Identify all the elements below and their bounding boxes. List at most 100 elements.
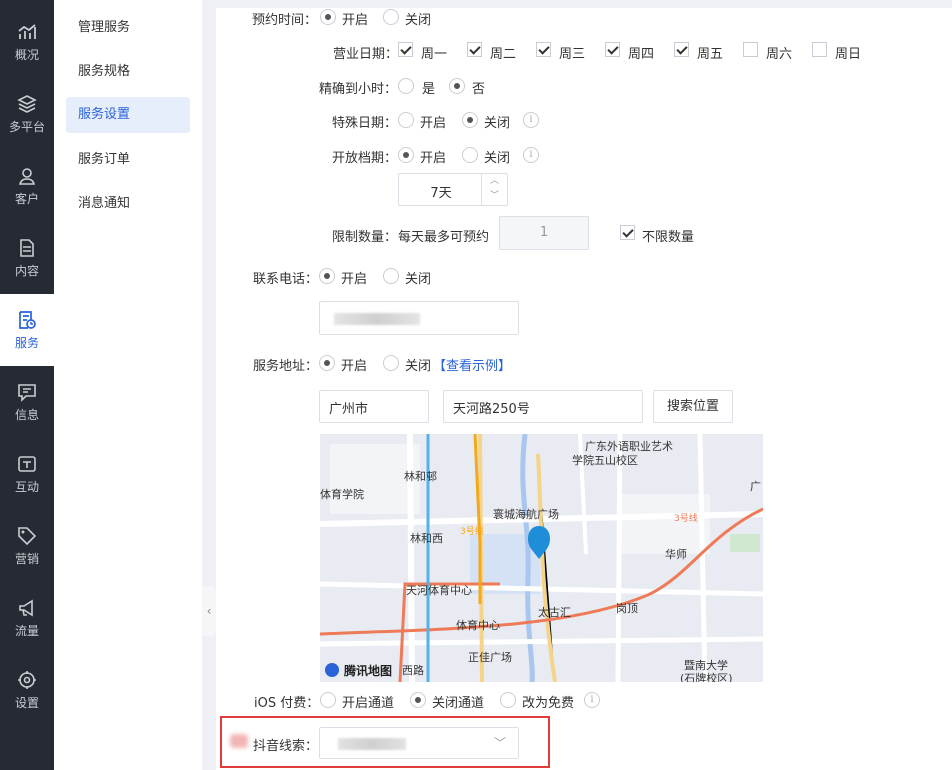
nav-item-multiplatform[interactable]: 多平台 xyxy=(0,78,54,150)
nav-item-interaction[interactable]: 互动 xyxy=(0,438,54,510)
map-label: 体育中心 xyxy=(456,618,500,632)
open-period-on-radio[interactable] xyxy=(398,147,414,163)
booking-time-off-radio[interactable] xyxy=(383,9,399,25)
day-sat-checkbox[interactable] xyxy=(743,42,758,57)
booking-time-on-radio[interactable] xyxy=(320,9,336,25)
stepper-down-icon[interactable]: ﹀ xyxy=(482,189,507,204)
limit-label: 限制数量： xyxy=(332,230,398,245)
nav-label: 信息 xyxy=(14,407,39,422)
submenu-service-spec[interactable]: 服务规格 xyxy=(66,54,190,90)
open-period-off-label: 关闭 xyxy=(484,151,511,166)
open-period-label: 开放档期： xyxy=(332,151,398,166)
submenu-manage-service[interactable]: 管理服务 xyxy=(66,10,190,46)
nav-item-settings[interactable]: 设置 xyxy=(0,654,54,726)
search-location-button[interactable]: 搜索位置 xyxy=(653,390,733,423)
limit-input[interactable]: 1 xyxy=(499,216,589,250)
nav-label: 设置 xyxy=(14,695,39,710)
nav-item-overview[interactable]: 概况 xyxy=(0,6,54,78)
main-nav: 概况 多平台 客户 内容 服务 信息 互动 营销 流量 设置 xyxy=(0,0,54,770)
phone-label: 联系电话： xyxy=(253,272,319,287)
nav-item-service[interactable]: 服务 xyxy=(0,294,54,366)
map-brand: 腾讯地图 xyxy=(343,663,392,678)
street-input[interactable]: 天河路250号 xyxy=(443,390,643,423)
address-on-radio[interactable] xyxy=(319,355,335,371)
precise-hour-label: 精确到小时： xyxy=(319,82,398,97)
blurred-phone xyxy=(334,313,420,325)
special-date-off-radio[interactable] xyxy=(462,112,478,128)
metro-badge: 3号线 xyxy=(460,525,484,537)
stepper-arrows[interactable]: ︿ ﹀ xyxy=(481,174,507,205)
map-label: 正佳广场 xyxy=(468,650,512,664)
special-date-on-radio[interactable] xyxy=(398,112,414,128)
ios-free-label: 改为免费 xyxy=(522,696,575,711)
map-label: 华师 xyxy=(665,547,687,561)
phone-off-radio[interactable] xyxy=(383,268,399,284)
precise-hour-no-radio[interactable] xyxy=(449,78,465,94)
nav-label: 服务 xyxy=(14,335,39,350)
submenu-service-orders[interactable]: 服务订单 xyxy=(66,142,190,178)
nav-item-customers[interactable]: 客户 xyxy=(0,150,54,222)
city-input[interactable]: 广州市 xyxy=(319,390,429,423)
ios-free-radio[interactable] xyxy=(500,692,516,708)
open-period-info-icon[interactable]: i xyxy=(523,147,539,163)
day-mon-label: 周一 xyxy=(421,47,448,62)
map-label: 广东外语职业艺术 xyxy=(585,440,673,453)
day-fri-checkbox[interactable] xyxy=(674,42,689,57)
nav-item-content[interactable]: 内容 xyxy=(0,222,54,294)
nav-label: 营销 xyxy=(14,551,39,566)
ios-open-radio[interactable] xyxy=(320,692,336,708)
address-on-label: 开启 xyxy=(341,359,368,374)
precise-hour-yes-radio[interactable] xyxy=(398,78,414,94)
douyin-lead-label: 抖音线索： xyxy=(253,739,319,754)
phone-input[interactable] xyxy=(319,301,519,335)
map-label: 林和西 xyxy=(410,531,443,545)
special-date-info-icon[interactable]: i xyxy=(523,112,539,128)
day-mon-checkbox[interactable] xyxy=(398,42,413,57)
collapse-sidebar-button[interactable]: ‹ xyxy=(202,586,216,636)
tencent-map-logo-icon xyxy=(325,663,339,677)
tag-icon xyxy=(18,526,37,545)
megaphone-icon xyxy=(19,599,33,616)
nav-item-info[interactable]: 信息 xyxy=(0,366,54,438)
unlimited-checkbox[interactable] xyxy=(620,225,635,240)
view-example-link[interactable]: 【查看示例】 xyxy=(433,355,511,374)
open-period-off-radio[interactable] xyxy=(462,147,478,163)
ios-close-radio[interactable] xyxy=(410,692,426,708)
precise-hour-no-label: 否 xyxy=(472,82,486,97)
phone-on-label: 开启 xyxy=(341,272,368,287)
map-label: 西路 xyxy=(402,664,424,677)
day-sun-checkbox[interactable] xyxy=(812,42,827,57)
special-date-on-label: 开启 xyxy=(420,116,447,131)
douyin-lead-select[interactable]: ﹀ xyxy=(319,727,519,759)
interaction-icon xyxy=(18,455,36,472)
layers-icon xyxy=(17,94,37,113)
stepper-up-icon[interactable]: ︿ xyxy=(482,174,507,189)
phone-on-radio[interactable] xyxy=(319,268,335,284)
location-map[interactable]: 广东外语职业艺术 学院五山校区 林和邨 体育学院 寰城海航广场 林和西 华师 天… xyxy=(320,434,763,682)
day-tue-checkbox[interactable] xyxy=(467,42,482,57)
map-canvas: 广东外语职业艺术 学院五山校区 林和邨 体育学院 寰城海航广场 林和西 华师 天… xyxy=(320,434,763,682)
nav-label: 多平台 xyxy=(8,119,45,134)
day-thu-checkbox[interactable] xyxy=(605,42,620,57)
phone-off-label: 关闭 xyxy=(405,272,432,287)
ios-pay-label: iOS 付费： xyxy=(254,696,320,711)
unlimited-label: 不限数量 xyxy=(642,230,695,245)
ios-info-icon[interactable]: i xyxy=(584,692,600,708)
message-icon xyxy=(18,383,36,402)
map-label: 太古汇 xyxy=(538,606,571,619)
nav-item-marketing[interactable]: 营销 xyxy=(0,510,54,582)
settings-form: 预约时间： 开启 关闭 营业日期： 周一 周二 周三 周四 周五 周六 周日 精… xyxy=(216,8,952,770)
open-period-value: 7天 xyxy=(430,186,452,201)
address-off-radio[interactable] xyxy=(383,355,399,371)
nav-label: 互动 xyxy=(14,479,39,494)
submenu-message-notify[interactable]: 消息通知 xyxy=(66,186,190,222)
map-label: 暨南大学 xyxy=(684,658,728,672)
map-label: 寰城海航广场 xyxy=(493,507,559,521)
limit-prefix: 每天最多可预约 xyxy=(398,230,490,245)
open-period-stepper[interactable]: 7天 ︿ ﹀ xyxy=(398,173,508,206)
day-fri-label: 周五 xyxy=(697,47,724,62)
day-wed-checkbox[interactable] xyxy=(536,42,551,57)
nav-item-traffic[interactable]: 流量 xyxy=(0,582,54,654)
booking-time-label: 预约时间： xyxy=(252,13,318,28)
submenu-service-settings[interactable]: 服务设置 xyxy=(66,97,190,133)
